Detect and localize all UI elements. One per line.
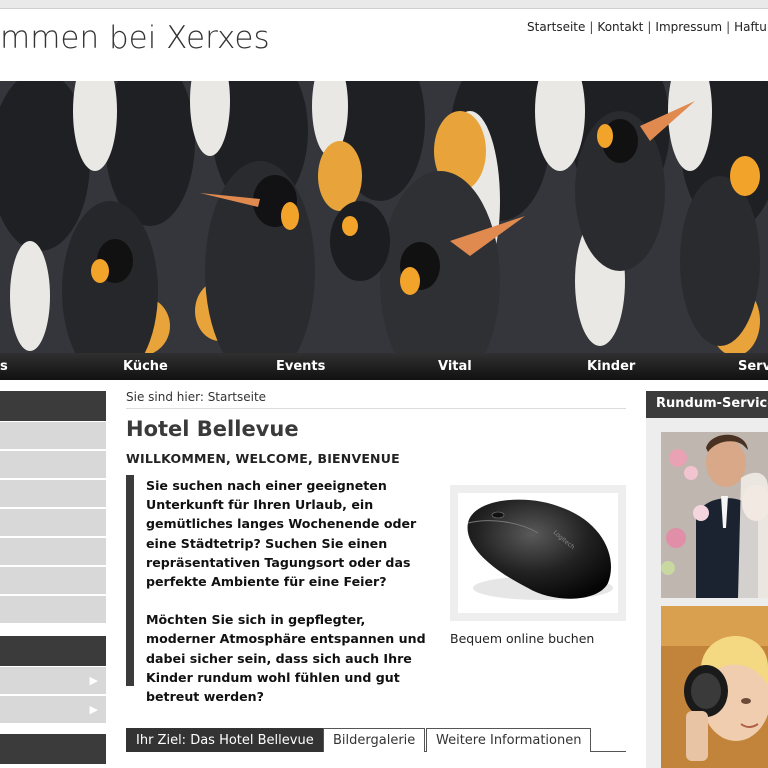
sidebar-item[interactable] (0, 422, 106, 450)
meta-link-impressum[interactable]: Impressum (655, 20, 722, 34)
sidebar-item[interactable] (0, 567, 106, 595)
computer-mouse-image[interactable]: Logitech (458, 493, 618, 613)
welcome-subheading: WILLKOMMEN, WELCOME, BIENVENUE (126, 451, 400, 466)
intro-paragraph: Sie suchen nach einer geeigneten Unterku… (146, 478, 417, 590)
right-column-heading: Rundum-Service (646, 391, 768, 418)
meta-link-startseite[interactable]: Startseite (527, 20, 585, 34)
sidebar-item[interactable] (0, 451, 106, 479)
sidebar-item[interactable] (0, 509, 106, 537)
intro-paragraph: Möchten Sie sich in gepflegter, moderner… (146, 612, 426, 705)
sidebar-item[interactable] (0, 538, 106, 566)
sidebar-item[interactable] (0, 480, 106, 508)
sidebar-item[interactable]: ▶ (0, 696, 106, 724)
breadcrumb-link-startseite[interactable]: Startseite (208, 390, 266, 404)
nav-item-kueche[interactable]: Küche (123, 359, 168, 374)
breadcrumb-label: Sie sind hier: (126, 390, 204, 404)
online-booking-caption[interactable]: Bequem online buchen (450, 631, 594, 646)
page-title: Hotel Bellevue (126, 417, 299, 441)
arrow-right-icon: ▶ (89, 703, 98, 716)
nav-item-vital[interactable]: Vital (438, 359, 472, 374)
sidebar-block-heading (0, 734, 106, 764)
wedding-photo[interactable] (646, 418, 768, 606)
tab-bildergalerie[interactable]: Bildergalerie (323, 728, 426, 752)
nav-item-partial-left[interactable]: s (0, 359, 8, 374)
sidebar-item[interactable]: ▶ (0, 667, 106, 695)
spa-photo[interactable] (646, 606, 768, 768)
nav-item-kinder[interactable]: Kinder (587, 359, 635, 374)
top-border-strip (0, 0, 768, 9)
booking-image-frame[interactable]: Logitech (450, 485, 626, 621)
sidebar-block-heading (0, 636, 106, 666)
main-navigation: s Küche Events Vital Kinder Serv (0, 353, 768, 380)
hero-penguin-image (0, 81, 768, 353)
meta-link-kontakt[interactable]: Kontakt (597, 20, 643, 34)
separator: | (647, 20, 652, 34)
separator: | (726, 20, 731, 34)
sidebar-block-heading (0, 391, 106, 421)
site-title: mmen bei Xerxes (0, 20, 270, 56)
nav-item-events[interactable]: Events (276, 359, 325, 374)
meta-navigation: Startseite|Kontakt|Impressum|Haftun (527, 20, 768, 34)
nav-item-service[interactable]: Serv (738, 359, 768, 374)
intro-text-block: Sie suchen nach einer geeigneten Unterku… (126, 475, 436, 704)
content-tabs: Ihr Ziel: Das Hotel Bellevue Bildergaler… (126, 728, 626, 752)
meta-link-haftung[interactable]: Haftun (734, 20, 768, 34)
tab-weitere-informationen[interactable]: Weitere Informationen (426, 728, 592, 752)
sidebar-item[interactable] (0, 596, 106, 624)
breadcrumb: Sie sind hier: Startseite (126, 390, 626, 409)
left-sidebar: ▶ ▶ (0, 391, 106, 764)
arrow-right-icon: ▶ (89, 674, 98, 687)
separator: | (589, 20, 594, 34)
tab-hotel-bellevue[interactable]: Ihr Ziel: Das Hotel Bellevue (126, 728, 324, 752)
